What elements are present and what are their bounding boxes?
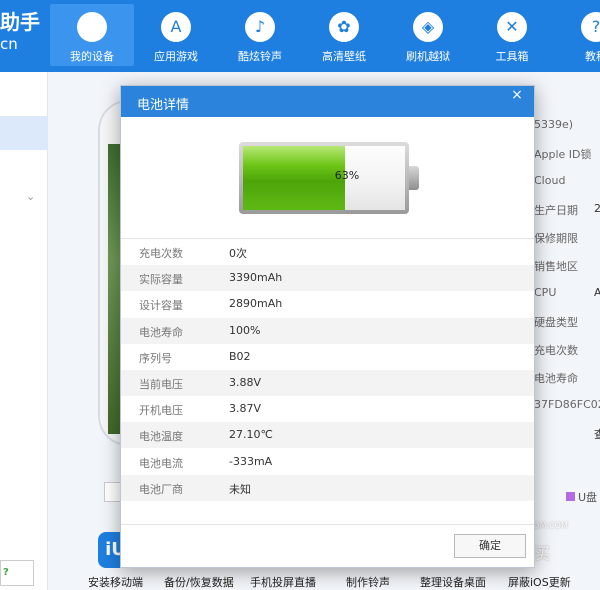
tool-label: 整理设备桌面 bbox=[420, 576, 486, 589]
chevron-down-icon[interactable]: ⌄ bbox=[26, 190, 35, 203]
logo-text-line2: cn bbox=[0, 35, 18, 53]
battery-info-label: 电池温度 bbox=[139, 430, 183, 444]
device-info-label: 5339e) bbox=[534, 118, 574, 131]
device-info-label: 电池寿命 bbox=[534, 372, 578, 385]
device-info-label: 硬盘类型 bbox=[534, 316, 578, 329]
help-button[interactable]: ? bbox=[0, 560, 34, 586]
battery-info-row: 序列号 B02 bbox=[121, 344, 534, 370]
battery-info-row: 电池电流 -333mA bbox=[121, 449, 534, 475]
device-info-label: Apple ID锁 bbox=[534, 148, 592, 161]
battery-info-row: 充电次数 0次 bbox=[121, 239, 534, 265]
dropbox-icon: ◈ bbox=[413, 12, 443, 42]
close-icon[interactable]: × bbox=[502, 86, 532, 104]
nav-item-label: 我的设备 bbox=[70, 50, 114, 63]
nav-item-label: 应用游戏 bbox=[154, 50, 198, 63]
help-label: ? bbox=[3, 567, 9, 578]
battery-info-value: 2890mAh bbox=[229, 297, 283, 311]
device-info-label: 保修期限 bbox=[534, 232, 578, 245]
tool-label: 手机投屏直播 bbox=[250, 576, 316, 589]
tools-icon: ✕ bbox=[497, 12, 527, 42]
app-store-icon: A bbox=[161, 12, 191, 42]
battery-info-label: 充电次数 bbox=[139, 247, 183, 260]
battery-info-value: 未知 bbox=[229, 482, 251, 496]
device-info-label: 充电次数 bbox=[534, 344, 578, 357]
battery-info-value: 100% bbox=[229, 323, 261, 337]
battery-gauge: 63% bbox=[239, 142, 409, 214]
nav-item-0[interactable]: 我的设备 bbox=[50, 4, 134, 66]
device-info-label: Cloud bbox=[534, 174, 566, 187]
nav-item-label: 教程 bbox=[585, 50, 600, 63]
battery-info-value: 3.87V bbox=[229, 402, 262, 416]
battery-info-row: 设计容量 2890mAh bbox=[121, 291, 534, 317]
storage-legend-swatch bbox=[566, 492, 575, 501]
tool-label: 安装移动端 bbox=[88, 576, 143, 589]
top-navigation-bar: 助手 cn 我的设备 A 应用游戏 ♪ 酷炫铃声 ✿ 高清壁纸 ◈ 刷机越狱 ✕ 工具箱? 教程 bbox=[0, 0, 600, 72]
dialog-header: 电池详情 × bbox=[121, 86, 534, 117]
battery-info-row: 实际容量 3390mAh bbox=[121, 265, 534, 292]
device-info-value: 查 bbox=[594, 428, 600, 441]
nav-item-1[interactable]: A 应用游戏 bbox=[134, 4, 218, 66]
battery-info-row: 电池厂商 未知 bbox=[121, 474, 534, 501]
nav-item-2[interactable]: ♪ 酷炫铃声 bbox=[218, 4, 302, 66]
battery-terminal bbox=[409, 166, 419, 190]
battery-info-value: 27.10℃ bbox=[229, 428, 273, 442]
nav-item-5[interactable]: ✕ 工具箱 bbox=[470, 4, 554, 66]
app-logo: 助手 cn bbox=[0, 10, 40, 54]
battery-info-label: 当前电压 bbox=[139, 378, 183, 391]
battery-info-label: 电池电流 bbox=[139, 456, 183, 470]
nav-item-label: 酷炫铃声 bbox=[238, 50, 282, 63]
battery-info-row: 电池温度 27.10℃ bbox=[121, 422, 534, 449]
dialog-footer-divider bbox=[121, 524, 534, 525]
device-info-value: Ap bbox=[594, 286, 600, 299]
apple-icon bbox=[77, 12, 107, 42]
battery-info-row: 电池寿命 100% bbox=[121, 317, 534, 344]
battery-info-value: 0次 bbox=[229, 247, 247, 260]
storage-legend-label: U盘 bbox=[578, 491, 598, 504]
dialog-title: 电池详情 bbox=[137, 98, 190, 113]
tool-label: 制作铃声 bbox=[346, 576, 390, 589]
device-info-label: CPU bbox=[534, 286, 557, 299]
battery-info-row: 开机电压 3.87V bbox=[121, 396, 534, 422]
sidebar-selected-item[interactable] bbox=[0, 116, 48, 150]
battery-percent-label: 63% bbox=[334, 169, 360, 182]
battery-info-value: -333mA bbox=[229, 454, 273, 468]
nav-item-6[interactable]: ? 教程 bbox=[554, 4, 600, 66]
nav-item-3[interactable]: ✿ 高清壁纸 bbox=[302, 4, 386, 66]
battery-details-dialog: 电池详情 × 63% 充电次数 0次实际容量 3390mAh 设计容量 2890mAh 电… bbox=[120, 85, 535, 568]
battery-info-label: 电池厂商 bbox=[139, 482, 183, 496]
battery-info-label: 设计容量 bbox=[139, 299, 183, 313]
device-info-value: 2 bbox=[594, 202, 600, 215]
tool-label: 屏蔽iOS更新 bbox=[508, 576, 571, 589]
battery-body: 63% bbox=[243, 146, 405, 210]
battery-info-value: B02 bbox=[229, 349, 251, 363]
tool-label: 备份/恢复数据 bbox=[164, 576, 234, 589]
device-info-label: 销售地区 bbox=[534, 260, 578, 273]
ok-button[interactable]: 确定 bbox=[454, 534, 526, 558]
nav-item-label: 刷机越狱 bbox=[406, 50, 450, 63]
device-info-label: 37FD86FC023 bbox=[534, 398, 600, 411]
tutorial-icon: ? bbox=[581, 12, 600, 42]
logo-text-line1: 助手 bbox=[0, 10, 40, 34]
battery-info-label: 序列号 bbox=[139, 351, 172, 365]
nav-item-label: 工具箱 bbox=[495, 50, 529, 63]
battery-info-label: 实际容量 bbox=[139, 273, 183, 287]
device-info-label: 生产日期 bbox=[534, 204, 578, 217]
battery-info-value: 3.88V bbox=[229, 376, 262, 389]
left-sidebar: ⌄ bbox=[0, 72, 48, 590]
battery-info-row: 当前电压 3.88V bbox=[121, 370, 534, 396]
battery-info-value: 3390mAh bbox=[229, 271, 283, 285]
bell-icon: ♪ bbox=[245, 12, 275, 42]
battery-info-label: 开机电压 bbox=[139, 404, 183, 418]
nav-item-4[interactable]: ◈ 刷机越狱 bbox=[386, 4, 470, 66]
flower-icon: ✿ bbox=[329, 12, 359, 42]
battery-info-label: 电池寿命 bbox=[139, 325, 183, 339]
nav-item-label: 高清壁纸 bbox=[322, 50, 366, 63]
